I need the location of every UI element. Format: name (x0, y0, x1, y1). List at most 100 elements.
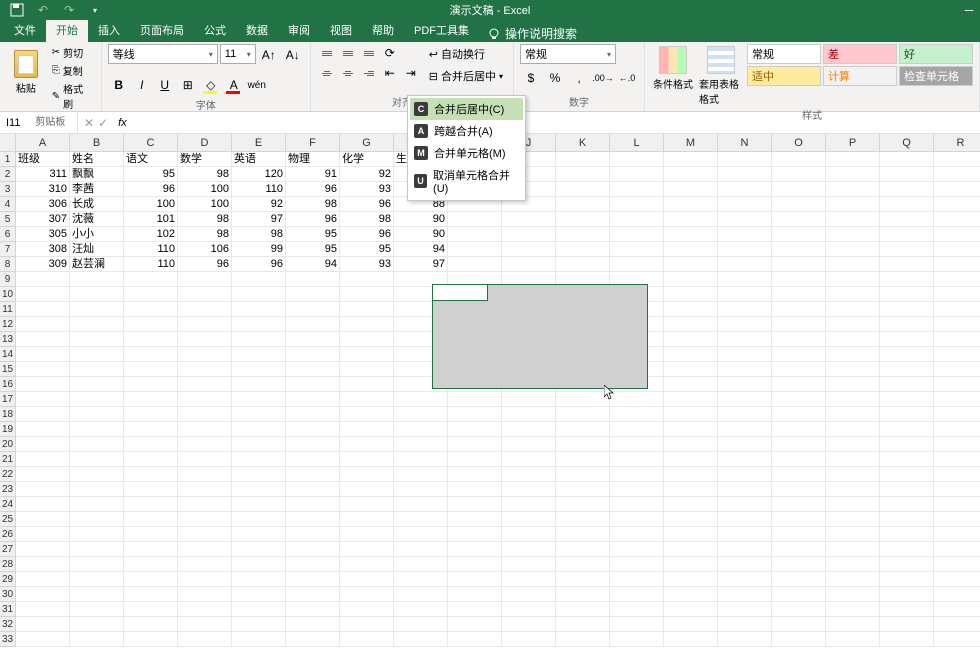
cell[interactable] (610, 467, 664, 482)
cell[interactable] (934, 632, 980, 647)
cell[interactable] (232, 527, 286, 542)
cell[interactable] (772, 332, 826, 347)
cell[interactable] (556, 602, 610, 617)
cell[interactable] (124, 557, 178, 572)
cell[interactable] (664, 602, 718, 617)
cell[interactable] (16, 272, 70, 287)
cell[interactable] (70, 602, 124, 617)
cell[interactable] (502, 437, 556, 452)
font-size-combo[interactable]: 11▾ (220, 44, 256, 64)
row-header[interactable]: 10 (0, 287, 16, 302)
row-header[interactable]: 12 (0, 317, 16, 332)
cell[interactable] (232, 542, 286, 557)
cell[interactable]: 英语 (232, 152, 286, 167)
cell[interactable] (772, 182, 826, 197)
cell[interactable] (16, 332, 70, 347)
row-headers[interactable]: 1234567891011121314151617181920212223242… (0, 152, 16, 647)
cell[interactable] (772, 602, 826, 617)
cell[interactable] (16, 572, 70, 587)
cell[interactable] (232, 617, 286, 632)
cell[interactable] (340, 617, 394, 632)
cell[interactable] (124, 302, 178, 317)
row-header[interactable]: 23 (0, 482, 16, 497)
cell[interactable] (340, 287, 394, 302)
cell[interactable] (664, 542, 718, 557)
cell[interactable] (826, 167, 880, 182)
column-header[interactable]: E (232, 134, 286, 152)
cell[interactable]: 汪灿 (70, 242, 124, 257)
cell[interactable] (610, 617, 664, 632)
cell[interactable] (286, 377, 340, 392)
cell[interactable] (664, 572, 718, 587)
cell[interactable] (448, 467, 502, 482)
cell[interactable] (664, 362, 718, 377)
cell[interactable] (16, 617, 70, 632)
cell[interactable] (718, 602, 772, 617)
increase-decimal-button[interactable]: .00→ (592, 67, 614, 89)
cell[interactable]: 99 (232, 242, 286, 257)
cell[interactable] (718, 362, 772, 377)
cell[interactable] (772, 257, 826, 272)
increase-font-button[interactable]: A↑ (258, 44, 280, 66)
cell[interactable] (232, 422, 286, 437)
merge-center-button[interactable]: ⊟合并后居中▾ (425, 66, 507, 86)
cell[interactable] (394, 527, 448, 542)
cell[interactable] (70, 632, 124, 647)
column-header[interactable]: Q (880, 134, 934, 152)
font-name-combo[interactable]: 等线▾ (108, 44, 218, 64)
cell[interactable]: 94 (394, 242, 448, 257)
cell[interactable] (934, 377, 980, 392)
cell[interactable] (286, 617, 340, 632)
cell[interactable] (286, 527, 340, 542)
cell[interactable] (934, 422, 980, 437)
cell[interactable] (826, 317, 880, 332)
cell[interactable] (826, 152, 880, 167)
cell[interactable] (664, 167, 718, 182)
column-header[interactable]: M (664, 134, 718, 152)
column-header[interactable]: F (286, 134, 340, 152)
cell[interactable] (502, 572, 556, 587)
cell[interactable] (232, 437, 286, 452)
cell[interactable] (16, 407, 70, 422)
cell[interactable] (664, 392, 718, 407)
cell[interactable] (664, 467, 718, 482)
cell[interactable] (664, 302, 718, 317)
cell[interactable] (556, 512, 610, 527)
cell[interactable] (772, 422, 826, 437)
cell[interactable]: 95 (286, 242, 340, 257)
cell[interactable] (826, 467, 880, 482)
tab-home[interactable]: 开始 (46, 18, 88, 42)
cell[interactable]: 沈薇 (70, 212, 124, 227)
cell[interactable] (448, 587, 502, 602)
cell[interactable] (718, 422, 772, 437)
cell[interactable] (772, 302, 826, 317)
cell[interactable] (286, 332, 340, 347)
cell[interactable] (448, 572, 502, 587)
cell[interactable] (286, 467, 340, 482)
row-header[interactable]: 15 (0, 362, 16, 377)
cell[interactable]: 小小 (70, 227, 124, 242)
cell[interactable] (826, 407, 880, 422)
tab-formulas[interactable]: 公式 (194, 18, 236, 42)
cell[interactable] (718, 167, 772, 182)
cell[interactable] (610, 437, 664, 452)
cell[interactable] (718, 302, 772, 317)
cell[interactable] (934, 362, 980, 377)
cell[interactable] (16, 482, 70, 497)
cell[interactable] (502, 242, 556, 257)
cell[interactable] (880, 287, 934, 302)
cell[interactable] (448, 452, 502, 467)
cell[interactable] (880, 347, 934, 362)
cell[interactable] (880, 182, 934, 197)
cell[interactable]: 101 (124, 212, 178, 227)
cell[interactable] (718, 452, 772, 467)
cell[interactable]: 姓名 (70, 152, 124, 167)
cell[interactable] (232, 512, 286, 527)
cell[interactable] (934, 527, 980, 542)
cell[interactable] (934, 587, 980, 602)
cell[interactable] (448, 407, 502, 422)
cell[interactable] (286, 497, 340, 512)
cell[interactable] (664, 557, 718, 572)
cell[interactable] (826, 572, 880, 587)
cell[interactable] (772, 587, 826, 602)
